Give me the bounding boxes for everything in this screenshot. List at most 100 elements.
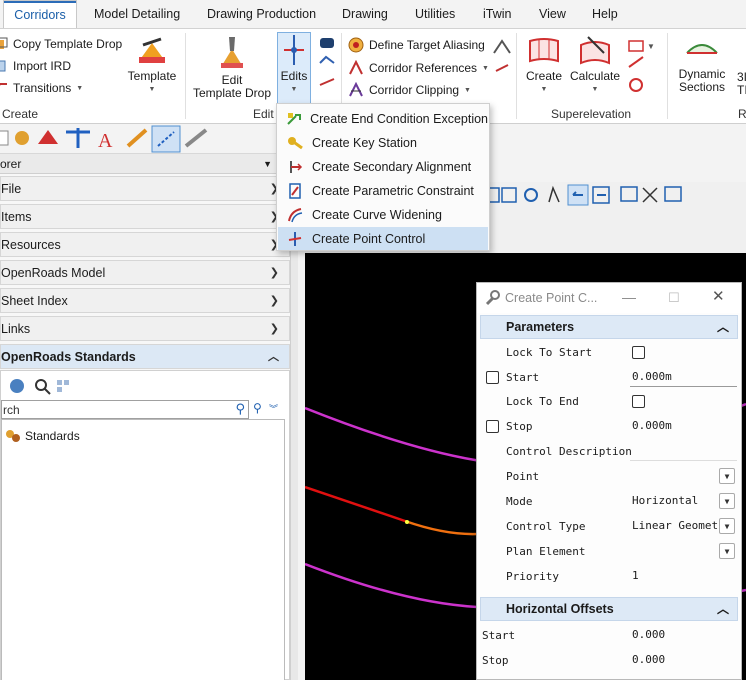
tree-item-label: Standards <box>25 429 80 443</box>
tab-utilities[interactable]: Utilities <box>409 0 461 28</box>
point-control-icon <box>288 231 302 246</box>
corridor-references-label: Corridor References <box>369 61 478 75</box>
plan-element-dropdown[interactable]: ▼ <box>630 542 737 561</box>
standards-panel: rch ⚲ ⚲ ︾ Standards <box>0 370 290 680</box>
control-description-field[interactable] <box>630 442 737 461</box>
superelevation-calculate-button[interactable]: Calculate ▼ <box>568 35 622 96</box>
explorer-row-links[interactable]: Links ❯ <box>0 316 290 341</box>
chevron-down-icon: ▼ <box>540 86 548 93</box>
param-label: Control Type <box>506 520 586 533</box>
explorer-row-resources[interactable]: Resources ❯ <box>0 232 290 257</box>
minimize-icon[interactable]: — <box>622 282 636 312</box>
parameters-section-header[interactable]: Parameters ︿ <box>480 315 738 339</box>
toolbar-icons[interactable]: A <box>0 124 300 154</box>
superelevation-calculate-icon <box>580 36 610 65</box>
chevron-up-icon: ︿ <box>268 351 279 363</box>
transitions-button[interactable]: Transitions ▼ <box>0 78 83 98</box>
alignment-line-lower <box>304 562 478 609</box>
tab-drawing[interactable]: Drawing <box>336 0 394 28</box>
aliasing-tools-icon[interactable] <box>492 37 512 77</box>
chevron-down-icon[interactable]: ▼ <box>719 468 735 484</box>
chevron-down-icon[interactable]: ︾ <box>269 402 278 415</box>
mode-dropdown[interactable]: Horizontal ▼ <box>630 492 737 511</box>
chevron-up-icon[interactable]: ︿ <box>717 598 729 620</box>
close-icon[interactable]: ✕ <box>712 282 725 312</box>
tab-view[interactable]: View <box>533 0 572 28</box>
standards-icon <box>6 430 20 442</box>
truncated-label-2: TI <box>737 83 746 97</box>
explorer-row-sheet-index[interactable]: Sheet Index ❯ <box>0 288 290 313</box>
control-type-dropdown[interactable]: Linear Geometry ▼ <box>630 517 737 536</box>
chevron-down-icon[interactable]: ▼ <box>719 543 735 559</box>
define-target-aliasing-button[interactable]: Define Target Aliasing <box>348 35 485 55</box>
target-icon <box>348 37 364 53</box>
menu-item-create-secondary-alignment[interactable]: Create Secondary Alignment <box>278 155 488 178</box>
maximize-icon[interactable]: ☐ <box>668 283 680 313</box>
stop-field[interactable]: 0.000m <box>630 417 737 436</box>
superelevation-tools-icon[interactable]: ▼ <box>626 37 656 97</box>
tab-model-detailing[interactable]: Model Detailing <box>88 0 186 28</box>
filter-icon[interactable]: ⚲ <box>253 401 262 415</box>
horizontal-offsets-section-header[interactable]: Horizontal Offsets ︿ <box>480 597 738 621</box>
menu-item-create-key-station[interactable]: Create Key Station <box>278 131 488 154</box>
point-dropdown[interactable]: ▼ <box>630 467 737 486</box>
edits-dropdown-menu: Create End Condition Exception Create Ke… <box>276 103 490 251</box>
template-button[interactable]: Template ▼ <box>126 35 178 96</box>
corridor-clipping-button[interactable]: Corridor Clipping ▼ <box>348 80 471 100</box>
truncated-ribbon-button[interactable]: 3I TI <box>737 71 746 97</box>
search-placeholder: rch <box>3 403 20 417</box>
param-row-lock-to-end: Lock To End <box>480 389 738 414</box>
secondary-alignment-icon <box>290 160 303 173</box>
dialog-title-bar[interactable]: Create Point C... — ☐ ✕ <box>477 283 741 313</box>
chevron-down-icon: ▼ <box>591 86 599 93</box>
stop-enable-checkbox[interactable] <box>486 420 499 433</box>
edits-label: Edits <box>280 69 308 83</box>
corridor-references-button[interactable]: Corridor References ▼ <box>348 58 489 78</box>
start-field[interactable]: 0.000m <box>630 368 737 387</box>
chevron-down-icon[interactable]: ▼ <box>719 518 735 534</box>
tab-itwin[interactable]: iTwin <box>477 0 517 28</box>
superelevation-create-button[interactable]: Create ▼ <box>522 35 566 96</box>
attributes-toolbar: A <box>0 124 300 154</box>
chevron-down-icon[interactable]: ▼ <box>719 493 735 509</box>
menu-item-create-point-control[interactable]: Create Point Control <box>278 227 488 250</box>
copy-template-drop-button[interactable]: Copy Template Drop <box>0 34 122 54</box>
priority-field[interactable]: 1 <box>630 567 737 586</box>
import-ird-button[interactable]: Import IRD <box>0 56 71 76</box>
corridor-tools-icon[interactable] <box>318 35 336 103</box>
chevron-down-icon: ❯ <box>269 267 279 279</box>
explorer-row-openroads-standards[interactable]: OpenRoads Standards ︿ <box>0 344 290 369</box>
edit-template-drop-button[interactable]: Edit Template Drop <box>192 35 272 100</box>
tree-item-standards[interactable]: Standards <box>5 429 80 443</box>
menu-item-create-curve-widening[interactable]: Create Curve Widening <box>278 203 488 226</box>
offset-start-field[interactable]: 0.000 <box>630 626 737 645</box>
edits-button[interactable]: Edits ▼ <box>277 32 311 104</box>
chevron-down-icon[interactable]: ▼ <box>263 154 272 174</box>
chevron-up-icon[interactable]: ︿ <box>717 316 729 338</box>
menu-item-label: Create Curve Widening <box>312 207 442 222</box>
explorer-row-openroads-model[interactable]: OpenRoads Model ❯ <box>0 260 290 285</box>
param-label: Lock To Start <box>506 346 593 359</box>
lock-to-end-checkbox[interactable] <box>632 395 645 408</box>
standards-search-input[interactable]: rch ⚲ <box>1 400 249 419</box>
tab-help[interactable]: Help <box>586 0 624 28</box>
lock-to-start-checkbox[interactable] <box>632 346 645 359</box>
search-icon[interactable]: ⚲ <box>235 401 245 417</box>
explorer-row-file[interactable]: File ❯ <box>0 176 290 201</box>
corridor-clipping-label: Corridor Clipping <box>369 83 460 97</box>
create-point-control-dialog: Create Point C... — ☐ ✕ Parameters ︿ Loc… <box>476 282 742 680</box>
explorer-row-label: Items <box>1 210 32 224</box>
tab-drawing-production[interactable]: Drawing Production <box>201 0 322 28</box>
param-label: Plan Element <box>506 545 586 558</box>
explorer-row-items[interactable]: Items ❯ <box>0 204 290 229</box>
superelevation-side-icons: ▼ <box>626 37 656 100</box>
menu-item-create-end-condition-exception[interactable]: Create End Condition Exception <box>278 107 488 130</box>
start-enable-checkbox[interactable] <box>486 371 499 384</box>
tab-corridors[interactable]: Corridors <box>3 0 77 28</box>
menu-item-create-parametric-constraint[interactable]: Create Parametric Constraint <box>278 179 488 202</box>
menu-item-label: Create Key Station <box>312 135 417 150</box>
offset-stop-field[interactable]: 0.000 <box>630 651 737 670</box>
standards-toolbar-icons[interactable] <box>5 374 75 398</box>
dynamic-sections-button[interactable]: Dynamic Sections <box>672 35 732 94</box>
key-icon <box>288 136 303 149</box>
